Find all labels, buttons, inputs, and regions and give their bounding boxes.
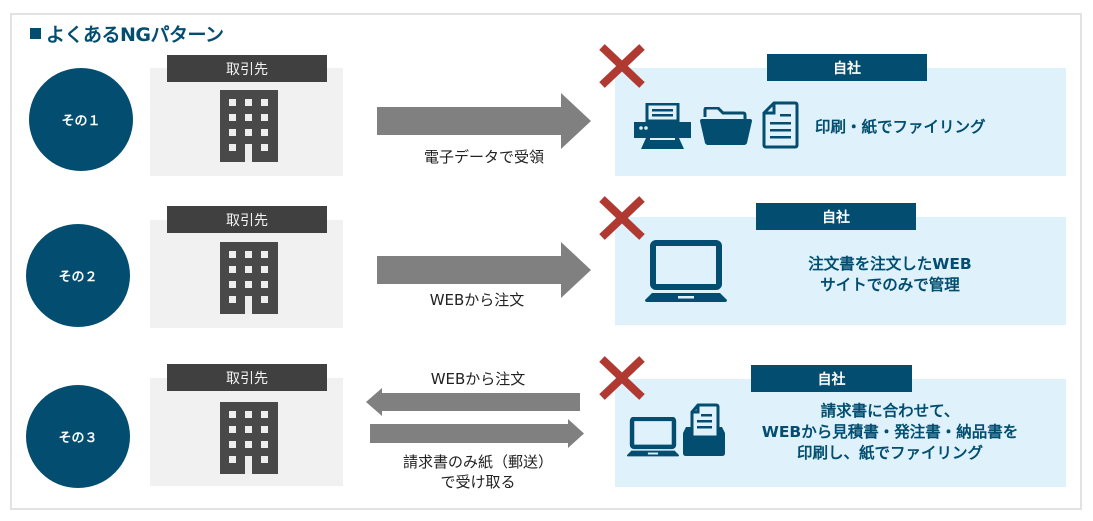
description-line: WEBから見積書・発注書・納品書を xyxy=(761,423,1019,441)
pattern-badge: その２ xyxy=(26,224,130,327)
arrow-label: WEBから注文 xyxy=(430,370,526,388)
arrow-label: 請求書のみ紙（郵送） で受け取る xyxy=(366,452,590,492)
pattern-badge: その１ xyxy=(29,68,133,171)
x-mark-icon xyxy=(599,44,645,88)
own-company-label: 自社 xyxy=(756,203,916,230)
partner-label: 取引先 xyxy=(167,55,327,82)
pattern-badge: その３ xyxy=(26,385,130,488)
office-building-icon xyxy=(220,402,278,474)
description-line: 印刷し、紙でファイリング xyxy=(796,444,983,462)
own-company-description: 印刷・紙でファイリング xyxy=(815,117,986,138)
folder-icon xyxy=(700,107,752,145)
office-building-icon xyxy=(220,90,278,162)
document-icon xyxy=(762,101,799,149)
page-title-text: よくあるNGパターン xyxy=(46,24,224,46)
arrow-label-line: で受け取る xyxy=(440,473,516,491)
description-line: 印刷・紙でファイリング xyxy=(815,118,986,136)
x-mark-icon xyxy=(599,356,645,400)
arrow-label: WEBから注文 xyxy=(429,291,525,309)
own-company-label: 自社 xyxy=(751,365,912,392)
description-line: 注文書を注文したWEB xyxy=(808,255,972,273)
description-line: サイトでのみで管理 xyxy=(820,276,960,294)
x-mark-icon xyxy=(599,196,645,240)
own-company-description: 注文書を注文したWEB サイトでのみで管理 xyxy=(740,254,1040,296)
arrow-right xyxy=(377,93,591,149)
page-title: よくあるNGパターン xyxy=(30,20,224,47)
own-company-description: 請求書に合わせて、 WEBから見積書・発注書・納品書を 印刷し、紙でファイリング xyxy=(720,401,1060,464)
office-building-icon xyxy=(220,242,278,314)
arrow-right xyxy=(370,419,584,448)
laptop-icon xyxy=(626,417,680,457)
partner-label: 取引先 xyxy=(167,364,327,391)
arrow-label-line: 請求書のみ紙（郵送） xyxy=(402,453,553,471)
square-bullet-icon xyxy=(30,28,41,39)
partner-label: 取引先 xyxy=(167,206,327,233)
laptop-icon xyxy=(645,240,727,302)
arrow-label: 電子データで受領 xyxy=(423,148,544,166)
own-company-label: 自社 xyxy=(767,54,927,81)
printer-icon xyxy=(634,103,691,149)
arrow-left xyxy=(366,388,580,416)
description-line: 請求書に合わせて、 xyxy=(820,402,960,420)
